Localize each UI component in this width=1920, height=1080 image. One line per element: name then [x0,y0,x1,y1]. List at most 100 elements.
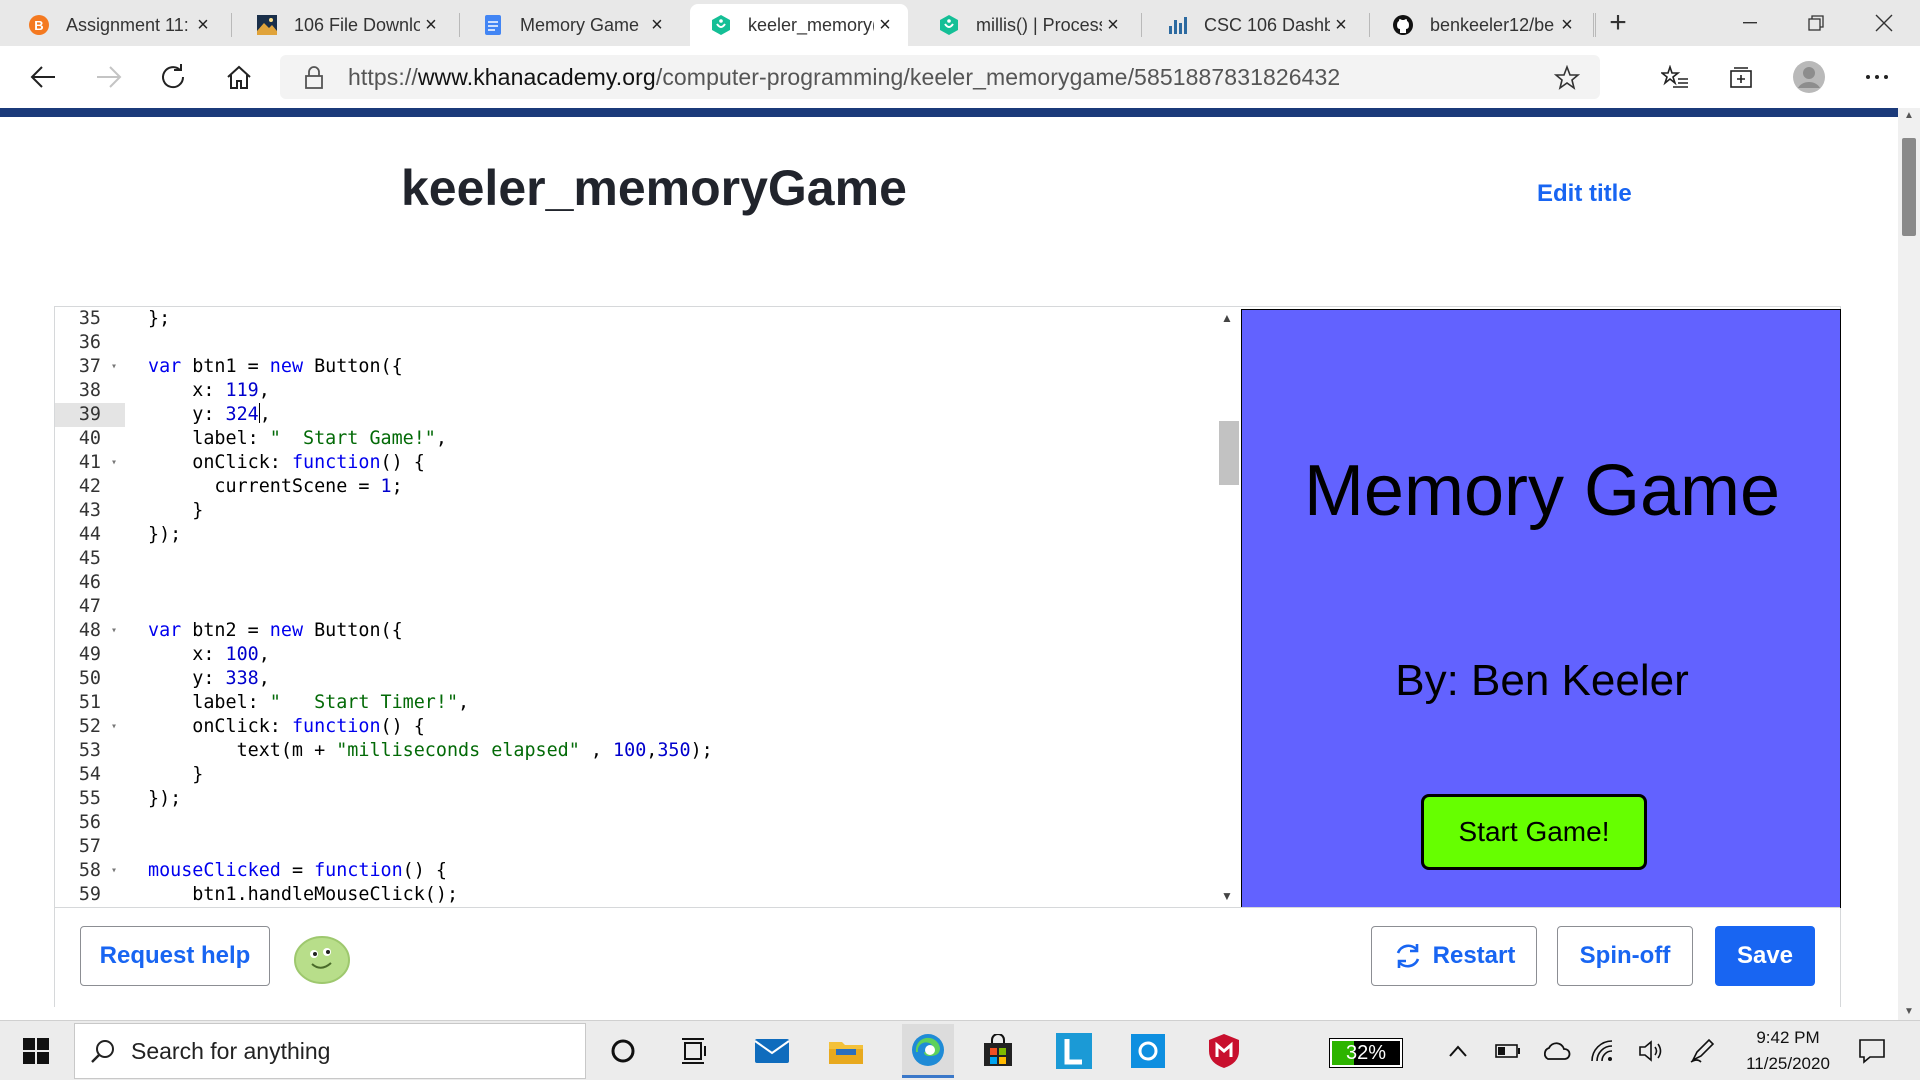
code-line[interactable]: 58 ▾ mouseClicked = function() { [55,859,1239,883]
code-line[interactable]: 59 btn1.handleMouseClick(); [55,883,1239,907]
volume-button[interactable] [1632,1031,1672,1071]
line-gutter: 45 [55,547,125,571]
code-line[interactable]: 44}); [55,523,1239,547]
forward-button[interactable] [86,54,132,100]
code-line[interactable]: 46 [55,571,1239,595]
onedrive-button[interactable] [1536,1031,1576,1071]
taskbar-search-box[interactable]: Search for anything [74,1023,586,1079]
spin-off-button[interactable]: Spin-off [1557,926,1693,986]
browser-tab[interactable]: millis() | Process × [918,4,1136,46]
refresh-button[interactable] [150,54,196,100]
cloud-icon [1543,1042,1571,1060]
tab-close-icon[interactable]: × [1330,14,1352,37]
scroll-down-icon[interactable]: ▼ [1221,889,1233,903]
code-line[interactable]: 57 [55,835,1239,859]
code-line[interactable]: 40 label: " Start Game!", [55,427,1239,451]
fold-arrow-icon[interactable]: ▾ [111,715,117,739]
browser-tab[interactable]: 106 File Downlo × [236,4,454,46]
code-line[interactable]: 36 [55,331,1239,355]
fold-arrow-icon[interactable]: ▾ [111,355,117,379]
code-line[interactable]: 54 } [55,763,1239,787]
battery-tray-icon[interactable] [1488,1031,1528,1071]
scroll-up-icon[interactable]: ▲ [1221,311,1233,325]
favorites-button[interactable] [1652,54,1698,100]
browser-tab[interactable]: benkeeler12/be × [1372,4,1590,46]
back-button[interactable] [20,54,66,100]
tab-close-icon[interactable]: × [646,14,668,37]
browser-tab[interactable]: keeler_memory(× [690,4,908,46]
edge-browser-button[interactable] [902,1024,954,1078]
editor-scrollbar[interactable]: ▲ ▼ [1213,307,1239,907]
url-path: /computer-programming/keeler_memorygame/… [655,63,1341,90]
start-button[interactable] [16,1031,56,1071]
notifications-button[interactable] [1852,1031,1892,1071]
edit-title-link[interactable]: Edit title [1537,180,1632,208]
show-hidden-icons-button[interactable] [1438,1031,1478,1071]
code-line[interactable]: 39 y: 324, [55,403,1239,427]
fold-arrow-icon[interactable]: ▾ [111,451,117,475]
address-bar[interactable]: https://www.khanacademy.org/computer-pro… [280,55,1600,99]
pen-workspace-button[interactable] [1682,1031,1722,1071]
code-line[interactable]: 47 [55,595,1239,619]
favorite-star-icon[interactable] [1554,65,1580,90]
profile-button[interactable] [1786,54,1832,100]
fold-arrow-icon[interactable]: ▾ [111,619,117,643]
scroll-up-icon[interactable]: ▲ [1904,110,1914,121]
code-editor[interactable]: 35}; 36 37 ▾ var btn1 = new Button({38 x: 11… [55,307,1239,907]
settings-menu-button[interactable] [1854,54,1900,100]
store-app-button[interactable] [978,1031,1018,1071]
code-line[interactable]: 49 x: 100, [55,643,1239,667]
battery-indicator[interactable]: 32% [1329,1038,1403,1068]
code-line[interactable]: 37 ▾ var btn1 = new Button({ [55,355,1239,379]
scroll-down-icon[interactable]: ▼ [1904,1006,1914,1017]
tab-close-icon[interactable]: × [874,14,896,37]
home-button[interactable] [216,54,262,100]
tab-separator [1369,13,1370,37]
mail-app-button[interactable] [752,1031,792,1071]
minimize-button[interactable] [1720,0,1780,46]
system-clock[interactable]: 9:42 PM 11/25/2020 [1738,1025,1838,1077]
program-output-canvas[interactable]: Memory Game By: Ben Keeler Start Game! [1241,309,1841,908]
browser-tab[interactable]: B Assignment 11: × [8,4,226,46]
editor-scroll-thumb[interactable] [1219,421,1239,485]
code-line[interactable]: 41 ▾ onClick: function() { [55,451,1239,475]
plus-icon: + [1609,6,1627,39]
collections-button[interactable] [1718,54,1764,100]
tab-close-icon[interactable]: × [1556,14,1578,37]
new-tab-button[interactable]: + [1590,0,1646,46]
tab-close-icon[interactable]: × [192,14,214,37]
page-scroll-thumb[interactable] [1902,138,1916,236]
browser-tab[interactable]: CSC 106 Dashbo× [1146,4,1364,46]
code-line[interactable]: 51 label: " Start Timer!", [55,691,1239,715]
l-app-button[interactable] [1054,1031,1094,1071]
tab-close-icon[interactable]: × [1102,14,1124,37]
file-explorer-button[interactable] [826,1031,866,1071]
code-line[interactable]: 50 y: 338, [55,667,1239,691]
tab-close-icon[interactable]: × [420,14,442,37]
browser-tab[interactable]: Memory Game × [462,4,680,46]
code-line[interactable]: 55}); [55,787,1239,811]
task-view-button[interactable] [675,1031,715,1071]
save-button[interactable]: Save [1715,926,1815,986]
code-line[interactable]: 45 [55,547,1239,571]
code-line[interactable]: 56 [55,811,1239,835]
code-line[interactable]: 42 currentScene = 1; [55,475,1239,499]
close-window-button[interactable] [1854,0,1914,46]
cortana-button[interactable] [603,1031,643,1071]
app-o-button[interactable] [1128,1031,1168,1071]
wifi-button[interactable] [1584,1031,1624,1071]
circle-app-icon [1131,1034,1165,1068]
restore-button[interactable] [1786,0,1846,46]
fold-arrow-icon[interactable]: ▾ [111,859,117,883]
start-game-button[interactable]: Start Game! [1421,794,1647,870]
code-line[interactable]: 52 ▾ onClick: function() { [55,715,1239,739]
code-line[interactable]: 38 x: 119, [55,379,1239,403]
code-line[interactable]: 35}; [55,307,1239,331]
code-line[interactable]: 53 text(m + "milliseconds elapsed" , 100… [55,739,1239,763]
mcafee-button[interactable] [1204,1031,1244,1071]
page-scrollbar[interactable]: ▲ ▼ [1898,108,1920,1020]
restart-button[interactable]: Restart [1371,926,1537,986]
code-line[interactable]: 48 ▾ var btn2 = new Button({ [55,619,1239,643]
request-help-button[interactable]: Request help [80,926,270,986]
code-line[interactable]: 43 } [55,499,1239,523]
